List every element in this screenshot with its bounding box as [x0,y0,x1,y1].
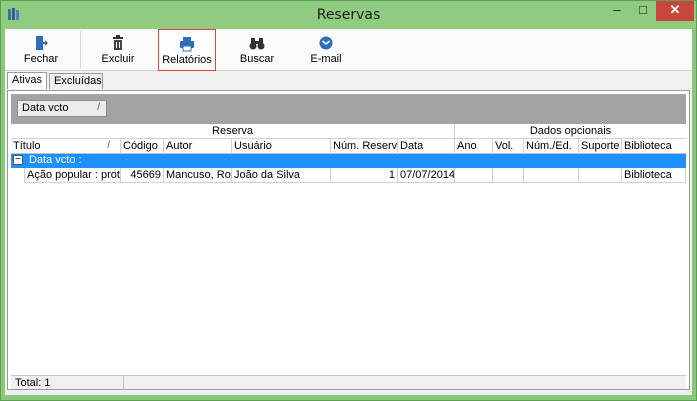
email-button[interactable]: E-mail [297,29,355,71]
column-autor[interactable]: Autor [164,139,232,154]
binoculars-icon [249,38,265,50]
sort-indicator-icon: / [97,102,100,113]
column-codigo[interactable]: Código [121,139,164,154]
band-header-row: Reserva Dados opcionais [11,124,686,139]
column-ano[interactable]: Ano [455,139,493,154]
printer-icon [180,37,194,52]
tab-ativas[interactable]: Ativas [7,72,47,89]
column-biblioteca[interactable]: Biblioteca [622,139,686,154]
cell-num-reserva[interactable]: 1 [331,168,398,183]
cell-vol[interactable] [493,168,524,183]
buscar-label: Buscar [239,53,275,65]
column-num-reserva[interactable]: Núm. Reserva [331,139,398,154]
cell-titulo[interactable]: Ação popular : prote [25,168,121,183]
cell-suporte[interactable] [579,168,622,183]
trash-icon [113,35,123,50]
group-row-label: Data vcto : [29,154,82,166]
reservas-grid: Data vcto / Reserva Dados opcionais Títu… [7,90,690,390]
band-reserva: Reserva [11,124,455,139]
column-data[interactable]: Data [398,139,455,154]
excluir-button[interactable]: Excluir [88,29,148,71]
table-row[interactable]: Ação popular : prote 45669 Mancuso, Rod … [11,168,686,183]
total-count: Total: 1 [15,377,51,389]
column-vol[interactable]: Vol. [493,139,524,154]
toolbar-separator [80,31,81,69]
band-dados-opcionais: Dados opcionais [529,125,612,137]
buscar-button[interactable]: Buscar [227,29,287,71]
toolbar: Fechar Excluir Relatórios Buscar E-mail [5,29,692,71]
fechar-button[interactable]: Fechar [11,29,71,71]
window-title: Reservas [316,7,381,23]
group-row-data-vcto[interactable]: − Data vcto : [11,154,686,168]
column-titulo-label: Título [13,140,41,152]
fechar-label: Fechar [23,53,59,65]
group-chip-label: Data vcto [22,102,69,114]
minimize-button[interactable]: ‒ [604,1,630,21]
cell-ano[interactable] [455,168,493,183]
reservas-window: Reservas ‒ □ ✕ Fechar Excluir Relatórios… [0,0,697,401]
excluir-label: Excluir [101,53,135,65]
relatorios-label: Relatórios [162,54,212,66]
column-usuario[interactable]: Usuário [232,139,331,154]
cell-codigo[interactable]: 45669 [121,168,164,183]
email-icon [319,36,333,50]
title-bar[interactable]: Reservas ‒ □ ✕ [1,1,696,29]
group-by-panel[interactable]: Data vcto / [11,94,686,124]
cell-autor[interactable]: Mancuso, Rod [164,168,232,183]
maximize-button[interactable]: □ [630,1,656,21]
footer-divider [123,376,124,390]
cell-usuario[interactable]: João da Silva [232,168,331,183]
close-button[interactable]: ✕ [656,1,694,21]
cell-num-ed[interactable] [524,168,579,183]
client-area: Fechar Excluir Relatórios Buscar E-mail … [5,29,692,395]
column-suporte[interactable]: Suporte [579,139,622,154]
column-header-row: Título / Código Autor Usuário Núm. Reser… [11,139,686,154]
cell-biblioteca[interactable]: Biblioteca [622,168,686,183]
relatorios-button[interactable]: Relatórios [158,29,216,71]
email-label: E-mail [310,53,342,65]
sort-indicator-icon: / [107,140,110,151]
group-chip-data-vcto[interactable]: Data vcto / [17,100,107,117]
collapse-icon[interactable]: − [13,155,23,165]
column-num-ed[interactable]: Núm./Ed. [524,139,579,154]
cell-data[interactable]: 07/07/2014 [398,168,455,183]
grid-footer: Total: 1 [11,375,686,390]
exit-door-icon [36,36,48,50]
tab-excluidas[interactable]: Excluídas [49,73,103,89]
row-indent [11,168,25,183]
column-titulo[interactable]: Título / [11,139,121,154]
